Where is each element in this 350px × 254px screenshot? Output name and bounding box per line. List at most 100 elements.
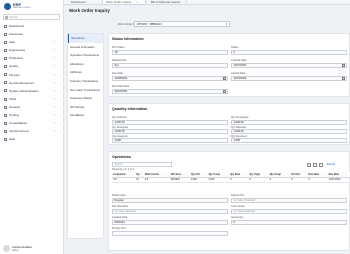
field-value: 1,000.00 — [114, 120, 125, 124]
section-nav-item-operations[interactable]: Operations — [68, 34, 103, 43]
subcon-po-field[interactable]: No Value Selected — [231, 197, 347, 203]
sidebar-item-favourites[interactable]: Favourites — [0, 30, 64, 38]
columns-icon[interactable] — [319, 162, 323, 167]
favourite-star-icon[interactable]: ☆ — [53, 79, 56, 87]
qty-assigned-field[interactable]: 1,000 — [112, 138, 228, 143]
filter-icon[interactable] — [313, 162, 317, 167]
section-nav-item-simulations[interactable]: Simulations — [68, 111, 103, 120]
calendar-icon[interactable] — [223, 76, 226, 80]
sidebar-item-quality[interactable]: Quality ☆ › — [0, 62, 64, 70]
section-nav-item-attributes[interactable]: Attributes — [68, 68, 103, 77]
qty-scrapped-field[interactable]: 1,000.00 — [112, 129, 228, 134]
close-icon[interactable]: × — [185, 0, 187, 4]
user-profile[interactable]: Andrew Holders Admin — [3, 244, 63, 253]
field-value: 11/08/2024 — [114, 76, 128, 80]
tab-bom-header[interactable]: Bill of Material Header × — [148, 0, 190, 5]
field-value: No Value Selected — [114, 209, 136, 213]
fill-qty-part-field[interactable] — [112, 230, 228, 236]
favourite-star-icon[interactable]: ☆ — [53, 38, 56, 46]
section-nav-item-inventory-transactions[interactable]: Inventory Transactions — [68, 77, 103, 86]
sidebar-item-consolidation[interactable]: Consolidation ☆ › — [0, 119, 64, 127]
sidebar-item-sale[interactable]: Sale ☆ › — [0, 38, 64, 46]
tab-dashboard[interactable]: Dashboard — [68, 0, 89, 5]
truck-icon — [4, 129, 7, 133]
released-by-field[interactable]: Sys — [112, 62, 228, 68]
due-start-date-field[interactable]: 11/07/2024 — [112, 88, 228, 94]
favourite-star-icon[interactable]: ☆ — [53, 95, 56, 103]
close-icon[interactable]: × — [136, 0, 138, 4]
qty-ordered-field[interactable]: 1,000.00 — [112, 119, 228, 125]
ref-operation-field[interactable]: No Value Selected — [112, 208, 228, 214]
favourite-star-icon[interactable]: ☆ — [53, 46, 56, 54]
sidebar-item-finance[interactable]: Finance ☆ › — [0, 71, 64, 79]
operations-search-input[interactable]: Search — [112, 162, 172, 167]
sidebar-item-label: Vendor Access — [9, 129, 29, 134]
favourite-star-icon[interactable]: ☆ — [53, 111, 56, 119]
calendar-icon[interactable] — [342, 63, 345, 67]
due-date-field[interactable]: 11/08/2024 — [112, 75, 228, 81]
closed-date-field[interactable]: 11/07/2024 — [231, 75, 347, 81]
cost-center-field[interactable]: No Value Selected — [231, 208, 347, 214]
field-value: 1,000 — [114, 139, 122, 142]
calendar-icon[interactable] — [223, 89, 226, 93]
sidebar-item-help[interactable]: Help — [0, 135, 64, 143]
sidebar-item-vendor-access[interactable]: Vendor Access ☆ › — [0, 127, 64, 135]
sidebar-item-label: General — [9, 104, 20, 109]
qty-received-field[interactable]: 1,000 — [231, 138, 347, 143]
wo-status-field[interactable]: 18 — [112, 49, 228, 55]
created-date-field[interactable]: 11/07/2024 — [231, 62, 347, 68]
favourite-star-icon[interactable]: ☆ — [53, 71, 56, 79]
status-field[interactable]: 0 — [231, 49, 347, 55]
brand-logo[interactable]: ERP MANUFACTURING — [4, 2, 34, 11]
favourite-star-icon[interactable]: ☆ — [53, 119, 56, 127]
folder-icon — [4, 105, 7, 109]
field-value: 1,000.00 — [233, 130, 244, 133]
table-row[interactable]: Yes 10 4.0 BASE01 2,000 2,000 0 0 0 0 0 11/07/2024 — [112, 177, 350, 183]
sidebar-item-dashboard[interactable]: Dashboard — [0, 22, 64, 30]
sidebar-search-input[interactable]: Search — [3, 14, 60, 20]
sidebar-item-label: Help — [9, 137, 16, 142]
section-nav-item-general-information[interactable]: General Information — [68, 43, 103, 52]
operations-search-placeholder: Search — [114, 163, 123, 166]
sidebar-item-label: Sale — [9, 40, 16, 45]
sidebar-item-system-administration[interactable]: System Administration ☆ › — [0, 87, 64, 95]
table-cell: 4.0 — [143, 177, 170, 183]
calendar-icon[interactable] — [342, 76, 345, 80]
op-created-date-field[interactable]: 9/4/2024 — [112, 219, 228, 225]
sidebar-item-production[interactable]: Production ☆ › — [0, 54, 64, 62]
favourite-star-icon[interactable]: ☆ — [53, 127, 56, 135]
sidebar-item-tooling[interactable]: Tooling ☆ › — [0, 111, 64, 119]
export-button[interactable]: Export — [327, 162, 335, 166]
operations-card: Operations Search Export Showing 1 to 1 … — [108, 151, 350, 251]
chevron-right-icon: › — [60, 72, 61, 77]
qty-completed-field[interactable]: 1,000.00 — [231, 119, 347, 125]
favourite-star-icon[interactable]: ☆ — [53, 62, 56, 70]
favourite-star-icon[interactable]: ☆ — [53, 54, 56, 62]
refresh-icon[interactable] — [307, 162, 311, 167]
dollar-icon — [4, 73, 7, 77]
tab-label: Bill of Material Header — [151, 0, 181, 4]
people-icon — [4, 81, 7, 85]
field-value: 11/07/2024 — [114, 89, 128, 93]
section-nav-item-wo-routes[interactable]: WO Routes — [68, 103, 103, 112]
sidebar-item-other[interactable]: Other ☆ › — [0, 95, 64, 103]
quantity-card: Quantity Information Qty Ordered 1,000.0… — [108, 103, 350, 145]
favourite-star-icon[interactable]: ☆ — [53, 87, 56, 95]
section-nav-item-non-labor-transactions[interactable]: Non Labor Transactions — [68, 86, 103, 95]
section-nav-item-allocations[interactable]: Allocations — [68, 60, 103, 69]
sidebar-item-general[interactable]: General ☆ › — [0, 103, 64, 111]
section-nav-item-operation-transactions[interactable]: Operation Transactions — [68, 51, 103, 60]
tab-work-order-inquiry[interactable]: Work Order Inquiry × — [102, 0, 146, 5]
sidebar-item-engineering[interactable]: Engineering ☆ › — [0, 46, 64, 54]
sidebar-search-placeholder: Search — [9, 15, 18, 19]
detail-code-field[interactable]: Regular — [112, 197, 228, 203]
favourite-star-icon[interactable]: ☆ — [53, 103, 56, 111]
sidebar-item-label: Other — [9, 96, 17, 101]
sidebar-item-human-resources[interactable]: Human Resources ☆ › — [0, 79, 64, 87]
issued-qty-field[interactable]: 0 — [231, 219, 347, 225]
check-icon — [4, 65, 7, 69]
qty-rejected-field[interactable]: 1,000.00 — [231, 129, 347, 134]
section-nav-item-inspection-master[interactable]: Inspection Master — [68, 94, 103, 103]
grid-icon — [4, 24, 7, 28]
work-order-select[interactable]: WT0397 · BBB1910 ▾ — [134, 20, 230, 27]
